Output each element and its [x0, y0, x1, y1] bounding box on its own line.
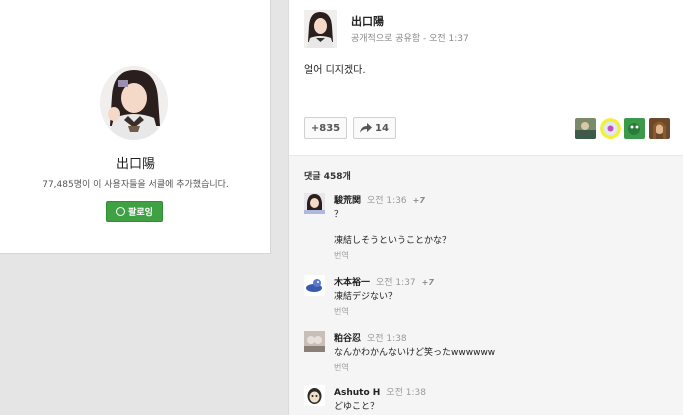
commenter-photo [304, 275, 325, 296]
plus-one-button[interactable]: +835 [304, 117, 347, 139]
post-author-name[interactable]: 出口陽 [351, 13, 384, 29]
commenter-name[interactable]: 駿荒関 [334, 196, 361, 206]
comment-count[interactable]: 댓글 458개 [304, 169, 351, 182]
comment-time: 오전 1:38 [367, 334, 407, 344]
commenter-avatar[interactable] [304, 331, 325, 352]
comment-plus-count[interactable]: +7 [413, 196, 425, 205]
translate-link[interactable]: 번역 [334, 250, 349, 261]
comment-text: どゆこと？ [334, 402, 380, 412]
comment-header: 駿荒関 오전 1:36 +7 [334, 193, 425, 206]
commenter-name[interactable]: Ashuto H [334, 388, 380, 398]
post-timestamp[interactable]: 오전 1:37 [429, 34, 469, 44]
translate-link[interactable]: 번역 [334, 362, 349, 373]
post-meta: 공개적으로 공유함 - 오전 1:37 [351, 31, 469, 44]
post-body: 얼어 디지겠다. [304, 65, 366, 76]
comment-time: 오전 1:38 [386, 388, 426, 398]
visibility-label: 공개적으로 공유함 [351, 34, 421, 44]
sharer-photo [575, 118, 596, 139]
commenter-photo [304, 385, 325, 406]
profile-photo [100, 66, 168, 140]
post-author-avatar[interactable] [304, 10, 337, 48]
comment-text: 凍結しそうということかな？ [334, 236, 452, 246]
author-photo [304, 10, 337, 48]
commenter-avatar[interactable] [304, 385, 325, 406]
following-label: 팔로잉 [128, 208, 153, 218]
comment-header: Ashuto H 오전 1:38 [334, 385, 426, 398]
profile-card: 出口陽 77,485명이 이 사용자들을 서클에 추가했습니다. 팔로잉 [0, 0, 271, 254]
comment-header: 木本裕一 오전 1:37 +7 [334, 275, 434, 288]
commenter-avatar[interactable] [304, 193, 325, 214]
sharer-avatar[interactable] [600, 118, 621, 139]
follower-count: 77,485명이 이 사용자들을 서클에 추가했습니다. [42, 180, 229, 190]
sharer-avatar[interactable] [624, 118, 645, 139]
comment-time: 오전 1:37 [376, 278, 416, 288]
commenter-photo [304, 331, 325, 352]
post-card: 出口陽 공개적으로 공유함 - 오전 1:37 얼어 디지겠다. +835 14… [288, 0, 683, 415]
profile-avatar[interactable] [100, 66, 168, 140]
comment-text: 凍結デジない？ [334, 292, 398, 302]
commenter-avatar[interactable] [304, 275, 325, 296]
comment-text: なんかわかんないけど笑ったwwwwww [334, 348, 496, 358]
commenter-name[interactable]: 木本裕一 [334, 278, 370, 288]
commenter-name[interactable]: 粕谷忍 [334, 334, 361, 344]
sharer-photo [649, 118, 670, 139]
comment-header: 粕谷忍 오전 1:38 [334, 331, 407, 344]
sharer-photo [624, 118, 645, 139]
share-arrow-icon [360, 123, 373, 133]
commenter-photo [304, 193, 325, 214]
circle-icon [116, 207, 126, 216]
profile-name: 出口陽 [115, 157, 155, 172]
sharer-avatar[interactable] [649, 118, 670, 139]
translate-link[interactable]: 번역 [334, 306, 349, 317]
share-count: 14 [375, 122, 389, 134]
comment-time: 오전 1:36 [367, 196, 407, 206]
comment-plus-count[interactable]: +7 [422, 278, 434, 287]
sharer-photo [600, 118, 621, 139]
comments-section: 댓글 458개 駿荒関 오전 1:36 +7 ？ 凍結しそうということかな？ 번역 … [289, 156, 683, 415]
sharer-avatar[interactable] [575, 118, 596, 139]
share-button[interactable]: 14 [353, 117, 396, 139]
comment-text: ？ [334, 210, 344, 220]
following-button[interactable]: 팔로잉 [106, 201, 163, 222]
